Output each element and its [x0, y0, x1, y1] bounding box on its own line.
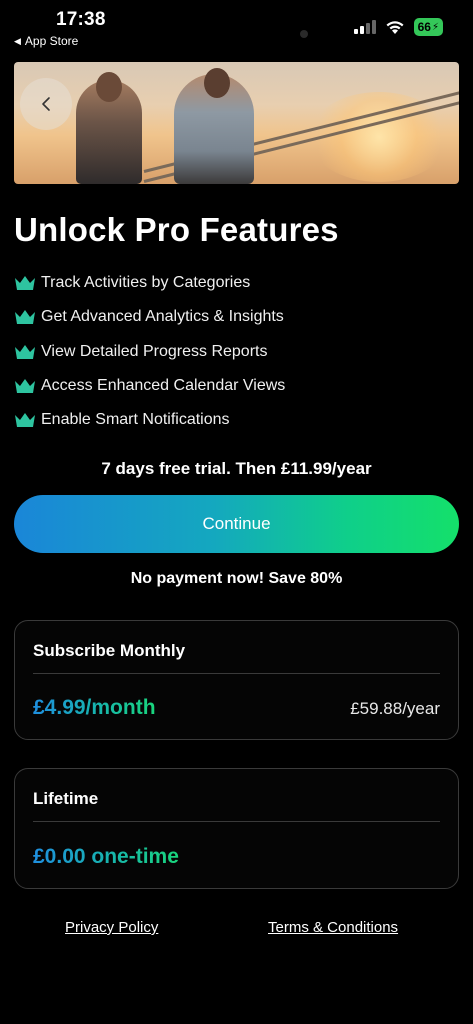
feature-item: View Detailed Progress Reports: [14, 335, 285, 369]
chevron-left-icon: [42, 97, 50, 111]
plan-price: £0.00 one-time: [33, 845, 179, 868]
crown-icon: [15, 413, 35, 428]
hero-runner-man-head: [204, 68, 230, 98]
feature-label: Track Activities by Categories: [41, 274, 251, 292]
back-button[interactable]: [20, 78, 72, 130]
plan-card-monthly[interactable]: Subscribe Monthly £4.99/month £59.88/yea…: [14, 620, 459, 740]
hero-runner-woman-head: [96, 72, 122, 102]
plan-card-lifetime[interactable]: Lifetime £0.00 one-time: [14, 768, 459, 889]
charging-bolt-icon: ⚡: [431, 21, 439, 33]
plan-name: Subscribe Monthly: [33, 641, 186, 660]
plan-divider: [33, 673, 440, 674]
crown-icon: [15, 379, 35, 394]
plan-name: Lifetime: [33, 789, 99, 808]
status-time: 17:38: [56, 9, 106, 30]
plan-yearly-equivalent: £59.88/year: [350, 699, 440, 718]
feature-label: View Detailed Progress Reports: [41, 342, 268, 360]
camera-indicator-dot: [300, 30, 308, 38]
hero-image: [14, 62, 459, 184]
feature-label: Enable Smart Notifications: [41, 411, 230, 429]
wifi-icon: [386, 20, 404, 34]
plan-price: £4.99/month: [33, 696, 156, 719]
crown-icon: [15, 310, 35, 325]
page-title: Unlock Pro Features: [14, 211, 339, 248]
crown-icon: [15, 344, 35, 359]
crown-icon: [15, 276, 35, 291]
cellular-signal-icon: [353, 20, 376, 34]
back-to-app-store[interactable]: ◀ App Store: [14, 34, 78, 48]
feature-item: Get Advanced Analytics & Insights: [14, 300, 285, 334]
battery-indicator: 66 ⚡: [413, 18, 443, 36]
feature-item: Track Activities by Categories: [14, 266, 285, 300]
feature-label: Get Advanced Analytics & Insights: [41, 308, 284, 326]
continue-button[interactable]: Continue: [14, 495, 459, 553]
privacy-policy-link[interactable]: Privacy Policy: [65, 919, 158, 936]
continue-button-label: Continue: [202, 514, 271, 533]
trial-text: 7 days free trial. Then £11.99/year: [101, 459, 372, 478]
no-payment-text: No payment now! Save 80%: [130, 570, 343, 587]
feature-item: Enable Smart Notifications: [14, 403, 285, 437]
hero-sun-glow: [309, 92, 449, 182]
status-icons: 66 ⚡: [353, 18, 443, 36]
status-bar: 17:38 ◀ App Store 66 ⚡: [0, 0, 473, 56]
terms-link[interactable]: Terms & Conditions: [268, 919, 398, 936]
back-triangle-icon: ◀: [14, 35, 21, 46]
plan-divider: [33, 821, 440, 822]
back-to-app-store-label: App Store: [24, 34, 79, 48]
feature-label: Access Enhanced Calendar Views: [41, 377, 286, 395]
feature-item: Access Enhanced Calendar Views: [14, 369, 285, 403]
feature-list: Track Activities by Categories Get Advan…: [14, 266, 285, 437]
battery-level: 66: [417, 20, 431, 34]
